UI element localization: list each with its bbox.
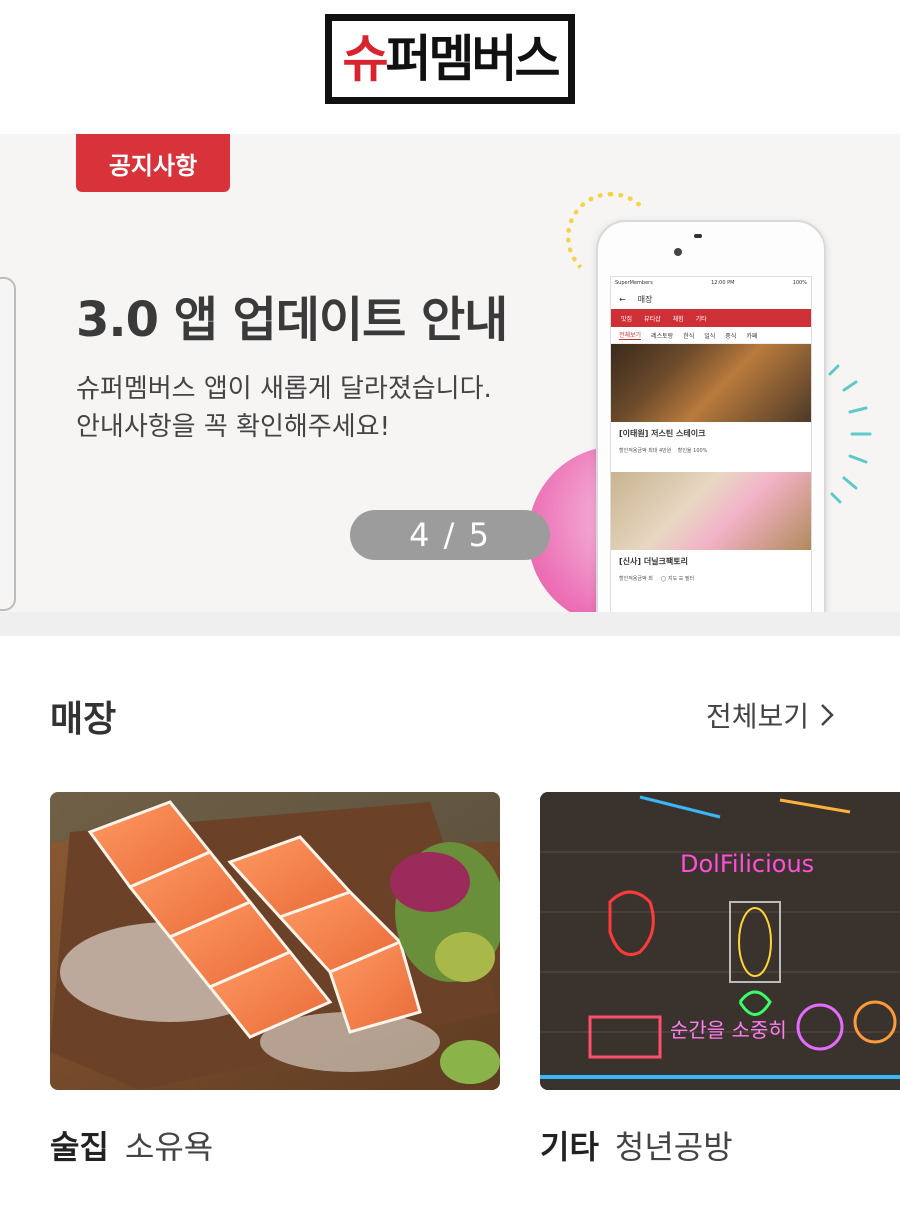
phone-screen: SuperMembers 12:00 PM 100% ← 매장 맛집 뷰티샵 체… bbox=[610, 276, 812, 612]
salmon-dish-image bbox=[50, 792, 500, 1090]
neon-sign-text: DolFilicious bbox=[680, 850, 814, 878]
logo-text: 슈퍼멤버스 bbox=[342, 30, 561, 88]
phone-subcategory-bar: 전체보기 레스토랑 한식 일식 중식 카페 bbox=[611, 327, 811, 344]
app-header: 슈퍼멤버스 bbox=[0, 0, 900, 134]
neon-words-text: 순간을 소중히 bbox=[670, 1018, 787, 1042]
filter-icon: ☰ bbox=[678, 576, 684, 582]
chevron-right-icon bbox=[821, 704, 834, 726]
banner-description: 슈퍼멤버스 앱이 새롭게 달라졌습니다. 안내사항을 꼭 확인해주세요! bbox=[76, 370, 492, 446]
stores-section-title: 매장 bbox=[50, 699, 117, 740]
slide-pager: 4 / 5 bbox=[350, 510, 550, 560]
phone-category-bar: 맛집 뷰티샵 체험 기타 bbox=[611, 309, 811, 327]
drinks-photo bbox=[611, 472, 811, 550]
store-card-photo-salmon[interactable] bbox=[50, 792, 500, 1090]
steak-photo bbox=[611, 344, 811, 422]
store-card-photo-neon[interactable]: DolFilicious 순간을 소중히 bbox=[540, 792, 900, 1090]
banner-title: 3.0 앱 업데이트 안내 bbox=[76, 292, 508, 348]
phone-status-bar: SuperMembers 12:00 PM 100% bbox=[615, 280, 807, 286]
phone-store-info: [이태원] 저스틴 스테이크 할인적용금액 최대 4만원 할인율 100% bbox=[619, 429, 708, 454]
rays-decoration-icon bbox=[828, 364, 872, 504]
banner-desc-line2: 안내사항을 꼭 확인해주세요! bbox=[76, 412, 390, 442]
phone-camera-icon bbox=[674, 248, 682, 256]
phone-app-bar: ← 매장 bbox=[619, 294, 653, 304]
store-card-label-1[interactable]: 술집 소유욕 bbox=[50, 1122, 213, 1168]
map-icon: ◯ bbox=[660, 576, 667, 582]
notice-banner[interactable]: 공지사항 3.0 앱 업데이트 안내 슈퍼멤버스 앱이 새롭게 달라졌습니다. … bbox=[0, 134, 900, 612]
notice-badge: 공지사항 bbox=[76, 134, 230, 192]
phone-mockup: SuperMembers 12:00 PM 100% ← 매장 맛집 뷰티샵 체… bbox=[596, 220, 826, 612]
back-arrow-icon: ← bbox=[619, 294, 626, 304]
neon-wall-image: DolFilicious 순간을 소중히 bbox=[540, 792, 900, 1090]
store-card-label-2[interactable]: 기타 청년공방 bbox=[540, 1122, 733, 1168]
section-divider bbox=[0, 612, 900, 636]
brand-logo[interactable]: 슈퍼멤버스 bbox=[325, 14, 575, 104]
phone-store-info-2: [신사] 더닐크팩토리 할인적용금액 최 ◯ 지도 ☰ 필터 bbox=[619, 557, 695, 582]
banner-desc-line1: 슈퍼멤버스 앱이 새롭게 달라졌습니다. bbox=[76, 374, 492, 404]
previous-slide-edge bbox=[0, 277, 16, 611]
view-all-link[interactable]: 전체보기 bbox=[706, 695, 837, 735]
